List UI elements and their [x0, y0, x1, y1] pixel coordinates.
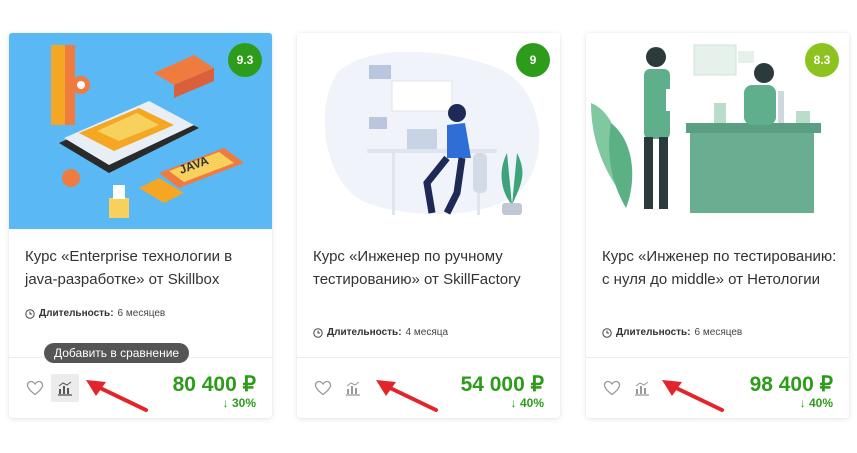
- heart-icon: [603, 380, 621, 396]
- course-price: 54 000 ₽: [460, 373, 544, 396]
- clock-icon: [313, 327, 323, 338]
- favorite-button[interactable]: [313, 378, 333, 398]
- course-title[interactable]: Курс «Инженер по тестированию: с нуля до…: [602, 245, 842, 291]
- course-title[interactable]: Курс «Enterprise технологии в java-разра…: [25, 245, 265, 291]
- rating-badge: 8.3: [805, 43, 839, 77]
- course-duration: Длительность: 6 месяцев: [602, 327, 742, 338]
- rating-badge: 9: [516, 43, 550, 77]
- rating-badge: 9.3: [228, 43, 262, 77]
- heart-icon: [26, 380, 44, 396]
- compare-tooltip: Добавить в сравнение: [44, 343, 190, 363]
- course-card[interactable]: 9 Курс «Инженер по ручному тестированию»…: [297, 33, 560, 418]
- heart-icon: [314, 380, 332, 396]
- compare-button[interactable]: [51, 374, 79, 402]
- duration-label: Длительность:: [39, 308, 114, 319]
- compare-chart-icon: [58, 381, 72, 396]
- course-cover-image[interactable]: 9: [297, 33, 560, 229]
- course-price: 80 400 ₽: [172, 373, 256, 396]
- duration-label: Длительность:: [616, 327, 691, 338]
- arrow-annotation-icon: [86, 380, 148, 412]
- arrow-annotation-icon: [376, 380, 438, 412]
- compare-button[interactable]: [632, 378, 652, 398]
- course-cover-image[interactable]: JAVA 9.3: [9, 33, 272, 229]
- clock-icon: [25, 308, 35, 319]
- discount-label: ↓ 40%: [799, 396, 833, 410]
- duration-label: Длительность:: [327, 327, 402, 338]
- course-duration: Длительность: 4 месяца: [313, 327, 448, 338]
- favorite-button[interactable]: [602, 378, 622, 398]
- compare-chart-icon: [346, 381, 360, 396]
- course-cover-image[interactable]: 8.3: [586, 33, 849, 229]
- favorite-button[interactable]: [25, 378, 45, 398]
- discount-label: ↓ 30%: [222, 396, 256, 410]
- course-duration: Длительность: 6 месяцев: [25, 308, 165, 319]
- compare-chart-icon: [635, 381, 649, 396]
- duration-value: 4 месяца: [405, 327, 449, 338]
- duration-value: 6 месяцев: [117, 308, 166, 319]
- discount-label: ↓ 40%: [510, 396, 544, 410]
- duration-value: 6 месяцев: [694, 327, 743, 338]
- course-price: 98 400 ₽: [749, 373, 833, 396]
- arrow-annotation-icon: [662, 380, 724, 412]
- course-card[interactable]: 8.3 Курс «Инженер по тестированию: с нул…: [586, 33, 849, 418]
- compare-button[interactable]: [343, 378, 363, 398]
- clock-icon: [602, 327, 612, 338]
- course-title[interactable]: Курс «Инженер по ручному тестированию» о…: [313, 245, 553, 291]
